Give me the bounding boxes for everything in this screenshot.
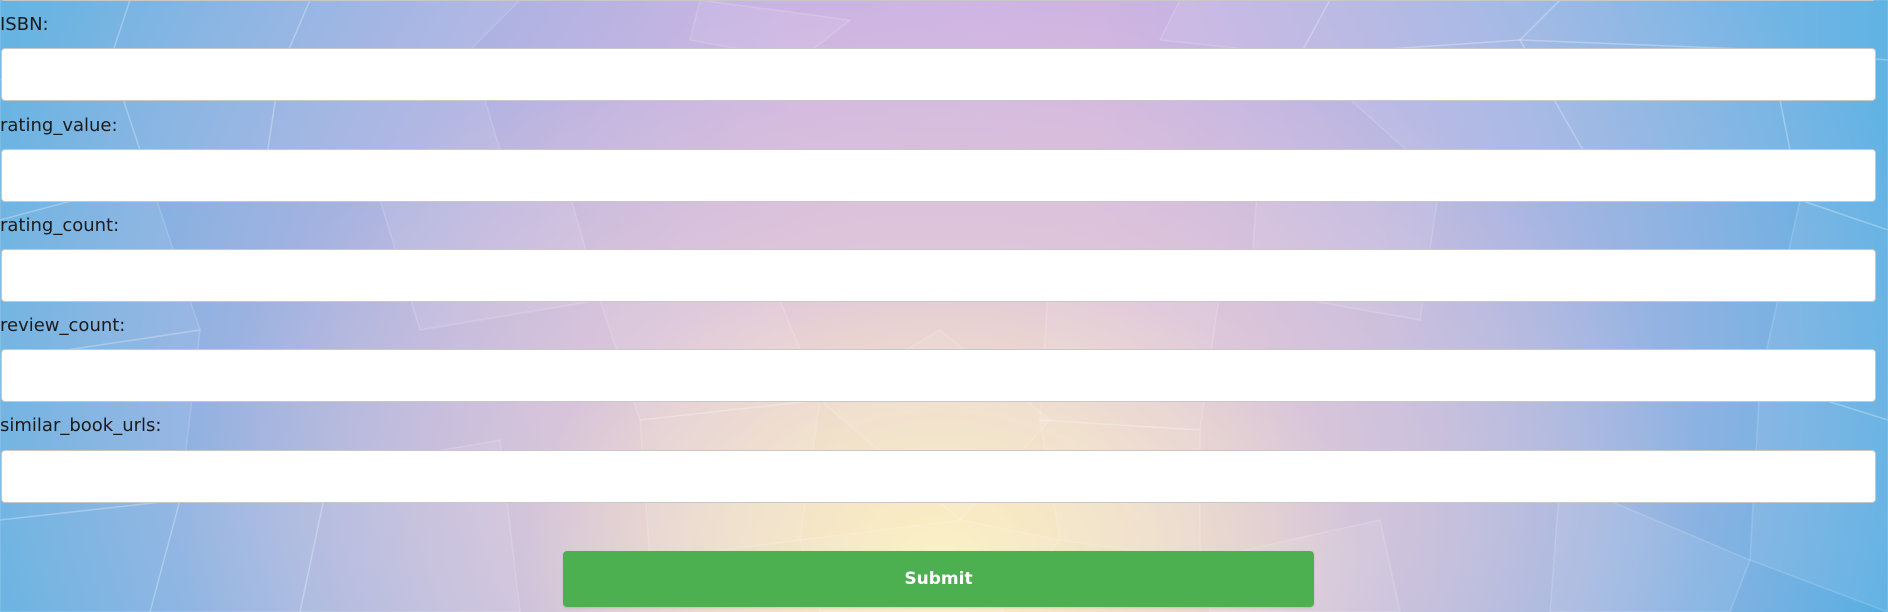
similar-book-urls-label: similar_book_urls:: [0, 415, 162, 436]
review-count-label: review_count:: [0, 315, 126, 336]
rating-count-input[interactable]: [1, 249, 1876, 302]
rating-count-label: rating_count:: [0, 215, 120, 236]
similar-book-urls-input[interactable]: [1, 450, 1876, 503]
rating-value-label: rating_value:: [0, 115, 118, 136]
isbn-label: ISBN:: [0, 14, 49, 35]
review-count-input[interactable]: [1, 349, 1876, 402]
book-form: ISBN: rating_value: rating_count: review…: [0, 0, 1888, 612]
previous-input-edge[interactable]: [0, 0, 1876, 1]
submit-button[interactable]: Submit: [563, 551, 1314, 607]
rating-value-input[interactable]: [1, 149, 1876, 202]
isbn-input[interactable]: [1, 48, 1876, 101]
